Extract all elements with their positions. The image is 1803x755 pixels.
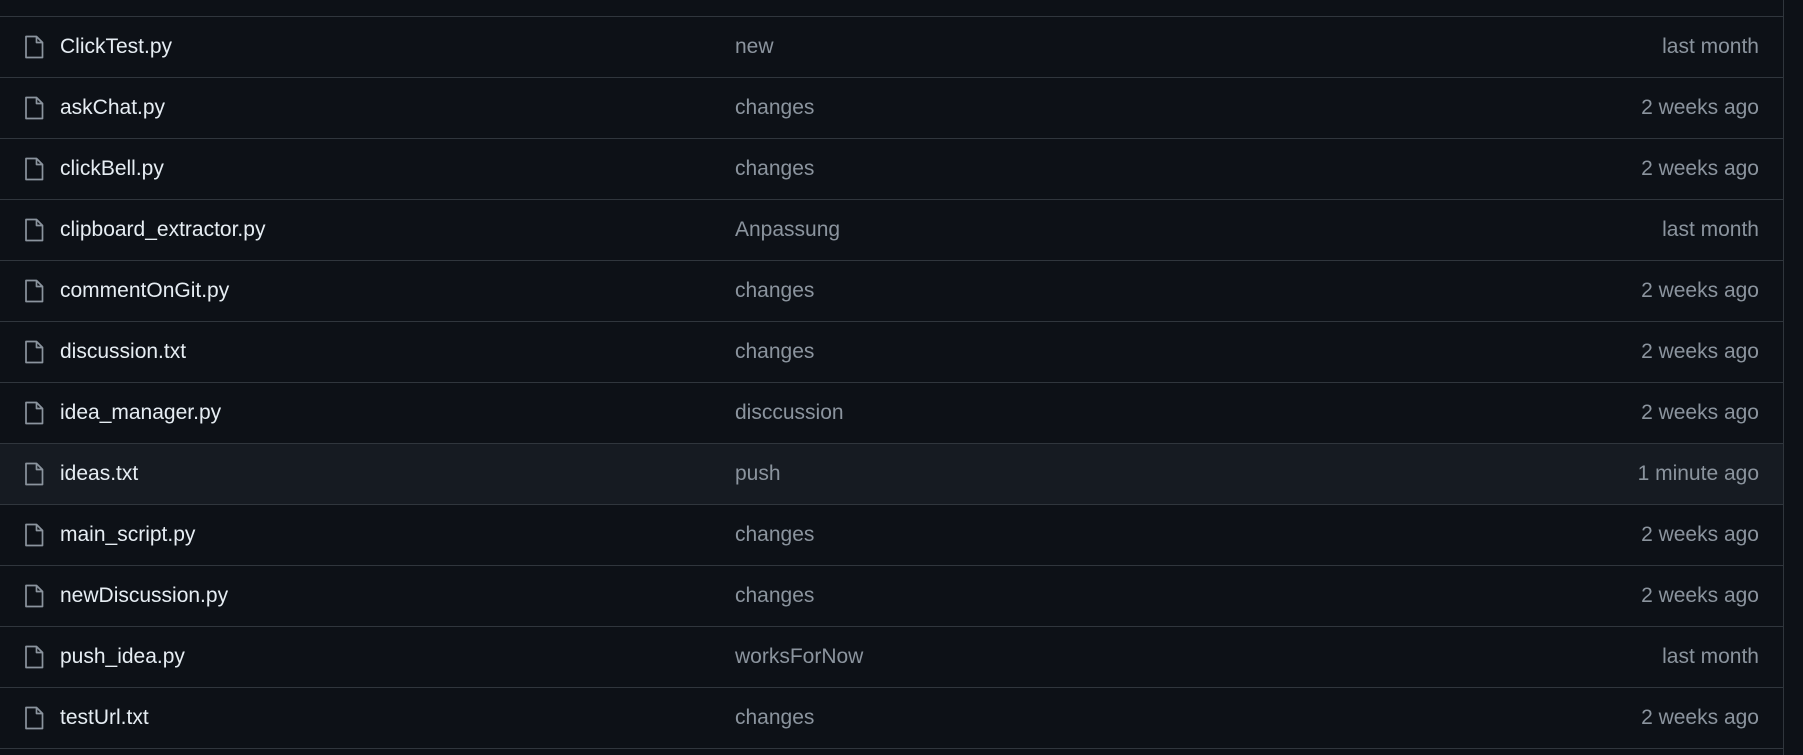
- commit-time: last month: [1662, 218, 1759, 241]
- commit-time: 2 weeks ago: [1641, 401, 1759, 424]
- commit-time: 2 weeks ago: [1641, 584, 1759, 607]
- file-icon: [24, 96, 44, 120]
- file-icon: [24, 645, 44, 669]
- file-icon: [24, 584, 44, 608]
- commit-time: last month: [1662, 645, 1759, 668]
- commit-time: 2 weeks ago: [1641, 340, 1759, 363]
- file-row-main-script[interactable]: main_script.py changes 2 weeks ago: [0, 505, 1783, 566]
- file-name-link[interactable]: testUrl.txt: [60, 688, 149, 748]
- file-icon: [24, 462, 44, 486]
- file-name-link[interactable]: commentOnGit.py: [60, 261, 229, 321]
- file-row-clipboard-extractor[interactable]: clipboard_extractor.py Anpassung last mo…: [0, 200, 1783, 261]
- commit-time: 1 minute ago: [1637, 462, 1759, 485]
- file-name-link[interactable]: clickBell.py: [60, 139, 164, 199]
- file-name-link[interactable]: ideas.txt: [60, 444, 138, 504]
- file-row-push-idea[interactable]: push_idea.py worksForNow last month: [0, 627, 1783, 688]
- file-row-ideas[interactable]: ideas.txt push 1 minute ago: [0, 444, 1783, 505]
- file-row-clicktest[interactable]: ClickTest.py new last month: [0, 17, 1783, 78]
- file-icon: [24, 157, 44, 181]
- file-icon: [24, 35, 44, 59]
- commit-time: 2 weeks ago: [1641, 157, 1759, 180]
- file-row-discussion[interactable]: discussion.txt changes 2 weeks ago: [0, 322, 1783, 383]
- commit-time: 2 weeks ago: [1641, 279, 1759, 302]
- file-icon: [24, 523, 44, 547]
- file-row-askchat[interactable]: askChat.py changes 2 weeks ago: [0, 78, 1783, 139]
- commit-message-link[interactable]: changes: [735, 688, 814, 748]
- file-name-link[interactable]: push_idea.py: [60, 627, 185, 687]
- commit-time: 2 weeks ago: [1641, 96, 1759, 119]
- file-name-link[interactable]: askChat.py: [60, 78, 165, 138]
- file-icon: [24, 279, 44, 303]
- commit-message-link[interactable]: new: [735, 17, 774, 77]
- file-name-link[interactable]: ClickTest.py: [60, 17, 172, 77]
- file-row-idea-manager[interactable]: idea_manager.py disccussion 2 weeks ago: [0, 383, 1783, 444]
- file-row-testurl[interactable]: testUrl.txt changes 2 weeks ago: [0, 688, 1783, 749]
- file-table: ClickTest.py new last month askChat.py c…: [0, 0, 1784, 755]
- table-top-border: [0, 0, 1783, 17]
- file-icon: [24, 401, 44, 425]
- commit-message-link[interactable]: changes: [735, 139, 814, 199]
- commit-message-link[interactable]: changes: [735, 78, 814, 138]
- commit-message-link[interactable]: Anpassung: [735, 200, 840, 260]
- file-row-commentongit[interactable]: commentOnGit.py changes 2 weeks ago: [0, 261, 1783, 322]
- commit-message-link[interactable]: changes: [735, 322, 814, 382]
- commit-message-link[interactable]: changes: [735, 261, 814, 321]
- commit-message-link[interactable]: disccussion: [735, 383, 844, 443]
- commit-message-link[interactable]: changes: [735, 566, 814, 626]
- file-name-link[interactable]: clipboard_extractor.py: [60, 200, 265, 260]
- file-icon: [24, 706, 44, 730]
- file-name-link[interactable]: main_script.py: [60, 505, 195, 565]
- file-icon: [24, 340, 44, 364]
- commit-time: 2 weeks ago: [1641, 706, 1759, 729]
- commit-time: last month: [1662, 35, 1759, 58]
- file-row-clickbell[interactable]: clickBell.py changes 2 weeks ago: [0, 139, 1783, 200]
- commit-message-link[interactable]: push: [735, 444, 781, 504]
- file-icon: [24, 218, 44, 242]
- commit-time: 2 weeks ago: [1641, 523, 1759, 546]
- file-name-link[interactable]: discussion.txt: [60, 322, 186, 382]
- file-name-link[interactable]: newDiscussion.py: [60, 566, 228, 626]
- commit-message-link[interactable]: worksForNow: [735, 627, 863, 687]
- file-row-newdiscussion[interactable]: newDiscussion.py changes 2 weeks ago: [0, 566, 1783, 627]
- commit-message-link[interactable]: changes: [735, 505, 814, 565]
- file-name-link[interactable]: idea_manager.py: [60, 383, 221, 443]
